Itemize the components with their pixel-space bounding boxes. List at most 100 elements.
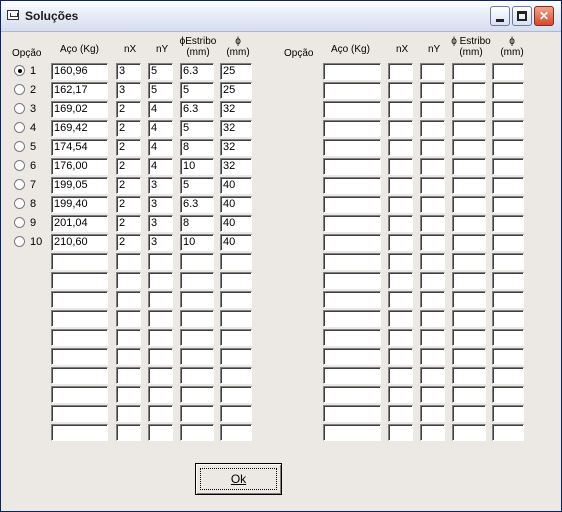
option-radio-7[interactable]: 7	[14, 177, 48, 193]
left-phi-mm-field[interactable]	[220, 424, 252, 441]
right-steel-kg-field[interactable]	[323, 310, 381, 327]
right-stirrup-mm-field[interactable]	[452, 424, 486, 441]
right-nx-field[interactable]	[388, 139, 413, 156]
left-phi-mm-field[interactable]: 40	[220, 215, 252, 232]
right-nx-field[interactable]	[388, 101, 413, 118]
left-stirrup-mm-field[interactable]	[180, 405, 214, 422]
left-steel-kg-field[interactable]: 201,04	[51, 215, 108, 232]
left-ny-field[interactable]	[148, 367, 173, 384]
right-ny-field[interactable]	[420, 196, 445, 213]
left-nx-field[interactable]	[116, 424, 141, 441]
right-phi-mm-field[interactable]	[492, 386, 524, 403]
option-radio-5[interactable]: 5	[14, 139, 48, 155]
radio-button-icon[interactable]	[14, 84, 25, 95]
left-steel-kg-field[interactable]: 199,05	[51, 177, 108, 194]
right-ny-field[interactable]	[420, 101, 445, 118]
left-stirrup-mm-field[interactable]	[180, 272, 214, 289]
right-steel-kg-field[interactable]	[323, 386, 381, 403]
left-phi-mm-field[interactable]	[220, 272, 252, 289]
left-ny-field[interactable]: 3	[148, 196, 173, 213]
left-nx-field[interactable]	[116, 272, 141, 289]
right-steel-kg-field[interactable]	[323, 424, 381, 441]
option-radio-6[interactable]: 6	[14, 158, 48, 174]
left-nx-field[interactable]	[116, 310, 141, 327]
right-phi-mm-field[interactable]	[492, 234, 524, 251]
left-stirrup-mm-field[interactable]	[180, 253, 214, 270]
left-nx-field[interactable]	[116, 386, 141, 403]
right-ny-field[interactable]	[420, 310, 445, 327]
left-phi-mm-field[interactable]	[220, 253, 252, 270]
right-nx-field[interactable]	[388, 177, 413, 194]
left-ny-field[interactable]: 3	[148, 234, 173, 251]
right-stirrup-mm-field[interactable]	[452, 82, 486, 99]
right-phi-mm-field[interactable]	[492, 272, 524, 289]
left-nx-field[interactable]: 2	[116, 158, 141, 175]
right-steel-kg-field[interactable]	[323, 139, 381, 156]
radio-button-icon[interactable]	[14, 103, 25, 114]
left-ny-field[interactable]: 4	[148, 158, 173, 175]
right-ny-field[interactable]	[420, 386, 445, 403]
right-phi-mm-field[interactable]	[492, 291, 524, 308]
radio-button-icon[interactable]	[14, 236, 25, 247]
right-stirrup-mm-field[interactable]	[452, 329, 486, 346]
left-nx-field[interactable]	[116, 405, 141, 422]
right-nx-field[interactable]	[388, 82, 413, 99]
option-radio-10[interactable]: 10	[14, 234, 48, 250]
left-steel-kg-field[interactable]	[51, 291, 108, 308]
close-button[interactable]: ✕	[534, 6, 554, 26]
right-nx-field[interactable]	[388, 272, 413, 289]
left-ny-field[interactable]: 3	[148, 215, 173, 232]
right-phi-mm-field[interactable]	[492, 101, 524, 118]
title-bar[interactable]: Soluções ✕	[1, 1, 561, 32]
left-stirrup-mm-field[interactable]	[180, 291, 214, 308]
option-radio-3[interactable]: 3	[14, 101, 48, 117]
left-nx-field[interactable]	[116, 367, 141, 384]
left-steel-kg-field[interactable]	[51, 348, 108, 365]
left-nx-field[interactable]: 2	[116, 215, 141, 232]
right-stirrup-mm-field[interactable]	[452, 253, 486, 270]
right-phi-mm-field[interactable]	[492, 82, 524, 99]
left-steel-kg-field[interactable]: 169,02	[51, 101, 108, 118]
right-stirrup-mm-field[interactable]	[452, 215, 486, 232]
right-steel-kg-field[interactable]	[323, 177, 381, 194]
maximize-button[interactable]	[512, 6, 532, 26]
right-steel-kg-field[interactable]	[323, 329, 381, 346]
right-ny-field[interactable]	[420, 139, 445, 156]
left-nx-field[interactable]: 2	[116, 101, 141, 118]
right-steel-kg-field[interactable]	[323, 101, 381, 118]
left-phi-mm-field[interactable]: 25	[220, 63, 252, 80]
left-steel-kg-field[interactable]	[51, 272, 108, 289]
option-radio-1[interactable]: 1	[14, 63, 48, 79]
left-steel-kg-field[interactable]: 174,54	[51, 139, 108, 156]
right-steel-kg-field[interactable]	[323, 405, 381, 422]
right-nx-field[interactable]	[388, 120, 413, 137]
left-steel-kg-field[interactable]	[51, 329, 108, 346]
right-steel-kg-field[interactable]	[323, 120, 381, 137]
right-steel-kg-field[interactable]	[323, 367, 381, 384]
left-stirrup-mm-field[interactable]: 8	[180, 215, 214, 232]
left-ny-field[interactable]	[148, 329, 173, 346]
right-phi-mm-field[interactable]	[492, 310, 524, 327]
left-phi-mm-field[interactable]	[220, 291, 252, 308]
left-stirrup-mm-field[interactable]: 6.3	[180, 196, 214, 213]
right-stirrup-mm-field[interactable]	[452, 139, 486, 156]
right-stirrup-mm-field[interactable]	[452, 120, 486, 137]
left-ny-field[interactable]	[148, 310, 173, 327]
right-phi-mm-field[interactable]	[492, 158, 524, 175]
left-nx-field[interactable]: 2	[116, 177, 141, 194]
left-steel-kg-field[interactable]	[51, 310, 108, 327]
right-phi-mm-field[interactable]	[492, 329, 524, 346]
left-ny-field[interactable]: 4	[148, 139, 173, 156]
left-steel-kg-field[interactable]: 162,17	[51, 82, 108, 99]
right-phi-mm-field[interactable]	[492, 367, 524, 384]
right-phi-mm-field[interactable]	[492, 405, 524, 422]
right-stirrup-mm-field[interactable]	[452, 101, 486, 118]
left-nx-field[interactable]: 2	[116, 234, 141, 251]
left-steel-kg-field[interactable]	[51, 405, 108, 422]
right-steel-kg-field[interactable]	[323, 82, 381, 99]
left-nx-field[interactable]	[116, 253, 141, 270]
radio-button-icon[interactable]	[14, 198, 25, 209]
right-phi-mm-field[interactable]	[492, 177, 524, 194]
left-phi-mm-field[interactable]: 40	[220, 196, 252, 213]
right-stirrup-mm-field[interactable]	[452, 63, 486, 80]
